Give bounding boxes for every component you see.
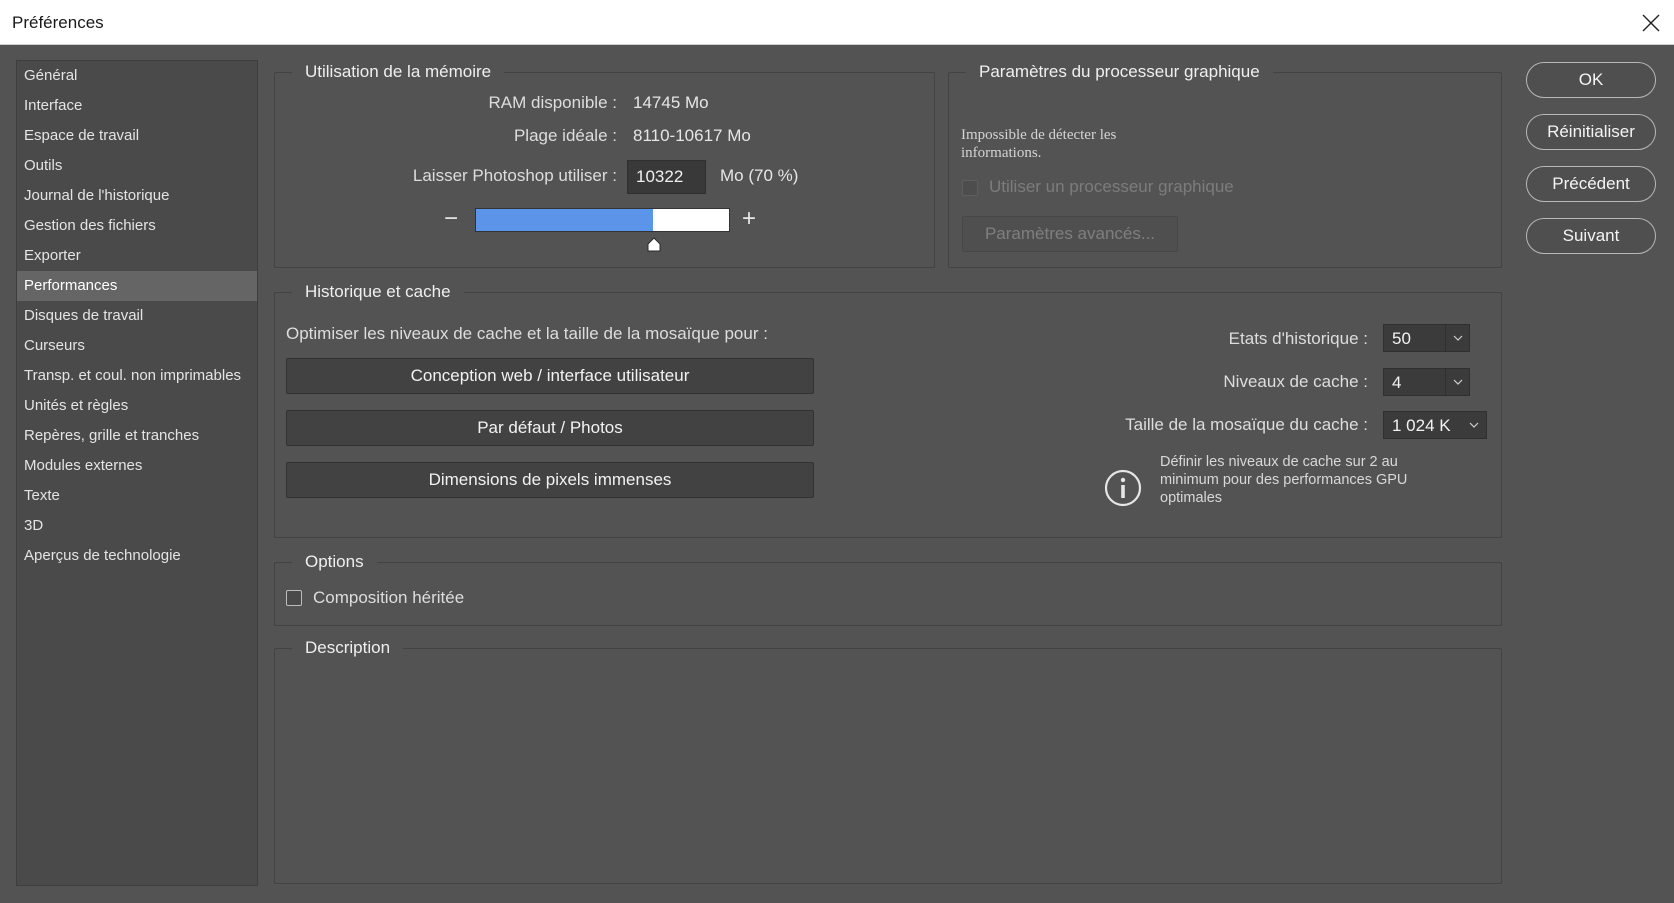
sidebar-item-3d[interactable]: 3D [17, 511, 257, 541]
sidebar-item-texte[interactable]: Texte [17, 481, 257, 511]
info-icon [1104, 469, 1142, 507]
cache-tile-size-select[interactable]: 1 024 K [1383, 411, 1487, 439]
cache-levels-label: Niveaux de cache : [1223, 372, 1368, 391]
sidebar-item-transp-et-coul-non-imprimables[interactable]: Transp. et coul. non imprimables [17, 361, 257, 391]
memory-unit-percent: Mo (70 %) [720, 166, 799, 185]
history-states-value: 50 [1392, 329, 1411, 348]
memory-slider-fill [476, 209, 654, 231]
advanced-settings-button[interactable]: Paramètres avancés... [962, 216, 1178, 252]
close-icon [1642, 14, 1660, 31]
preset-huge-pixels-button[interactable]: Dimensions de pixels immenses [286, 462, 814, 498]
gpu-info-text: Impossible de détecter les informations. [961, 127, 1117, 161]
ok-button[interactable]: OK [1526, 62, 1656, 98]
history-states-label: Etats d'historique : [1228, 329, 1368, 348]
ideal-range-value: 8110-10617 Mo [633, 126, 751, 145]
cache-levels-select[interactable]: 4 [1383, 368, 1470, 396]
reset-button[interactable]: Réinitialiser [1526, 114, 1656, 150]
sidebar-item-curseurs[interactable]: Curseurs [17, 331, 257, 361]
ideal-range-label: Plage idéale : [513, 126, 617, 145]
let-photoshop-use-label: Laisser Photoshop utiliser : [412, 166, 617, 185]
sidebar-item-apercus-de-technologie[interactable]: Aperçus de technologie [17, 541, 257, 571]
history-cache-legend: Historique et cache [305, 282, 451, 301]
memory-decrease-button[interactable]: − [444, 205, 458, 233]
use-gpu-label: Utiliser un processeur graphique [989, 177, 1234, 196]
window-title: Préférences [12, 13, 104, 32]
sidebar-item-exporter[interactable]: Exporter [17, 241, 257, 271]
sidebar-item-general[interactable]: Général [17, 61, 257, 91]
sidebar-item-performances[interactable]: Performances [17, 271, 257, 301]
memory-usage-legend: Utilisation de la mémoire [305, 62, 492, 81]
preferences-sidebar: Général Interface Espace de travail Outils J… [16, 60, 258, 886]
sidebar-item-outils[interactable]: Outils [17, 151, 257, 181]
cache-tile-size-label: Taille de la mosaïque du cache : [1125, 415, 1368, 434]
sidebar-item-reperes-grille-et-tranches[interactable]: Repères, grille et tranches [17, 421, 257, 451]
sidebar-item-interface[interactable]: Interface [17, 91, 257, 121]
ram-available-label: RAM disponible : [488, 93, 617, 112]
sidebar-item-journal-de-l-historique[interactable]: Journal de l'historique [17, 181, 257, 211]
memory-slider-track[interactable] [475, 208, 730, 232]
cache-note-text: Définir les niveaux de cache sur 2 au mi… [1160, 454, 1408, 506]
preset-web-ui-button[interactable]: Conception web / interface utilisateur [286, 358, 814, 394]
ram-available-value: 14745 Mo [633, 93, 709, 112]
description-legend: Description [305, 638, 391, 657]
cache-tile-size-value: 1 024 K [1392, 416, 1451, 435]
sidebar-item-disques-de-travail[interactable]: Disques de travail [17, 301, 257, 331]
preset-default-photos-button[interactable]: Par défaut / Photos [286, 410, 814, 446]
memory-amount-input[interactable]: 10322 [627, 160, 706, 194]
chevron-down-icon [1453, 379, 1462, 385]
history-states-select[interactable]: 50 [1383, 324, 1470, 352]
optimize-label: Optimiser les niveaux de cache et la tai… [286, 324, 768, 343]
memory-increase-button[interactable]: + [742, 205, 756, 233]
chevron-down-icon [1469, 422, 1479, 428]
close-button[interactable] [1628, 0, 1674, 45]
legacy-compositing-label: Composition héritée [313, 588, 465, 607]
use-gpu-checkbox[interactable] [962, 180, 978, 196]
description-group: Description [274, 638, 1502, 884]
cache-levels-value: 4 [1392, 373, 1402, 392]
memory-slider-thumb-icon[interactable] [646, 237, 662, 252]
sidebar-item-gestion-des-fichiers[interactable]: Gestion des fichiers [17, 211, 257, 241]
options-legend: Options [305, 552, 364, 571]
chevron-down-icon [1453, 335, 1462, 341]
title-bar: Préférences [0, 0, 1674, 45]
sidebar-item-modules-externes[interactable]: Modules externes [17, 451, 257, 481]
gpu-settings-legend: Paramètres du processeur graphique [979, 62, 1260, 81]
next-button[interactable]: Suivant [1526, 218, 1656, 254]
legacy-compositing-checkbox[interactable] [286, 590, 302, 606]
sidebar-item-espace-de-travail[interactable]: Espace de travail [17, 121, 257, 151]
previous-button[interactable]: Précédent [1526, 166, 1656, 202]
sidebar-item-unites-et-regles[interactable]: Unités et règles [17, 391, 257, 421]
